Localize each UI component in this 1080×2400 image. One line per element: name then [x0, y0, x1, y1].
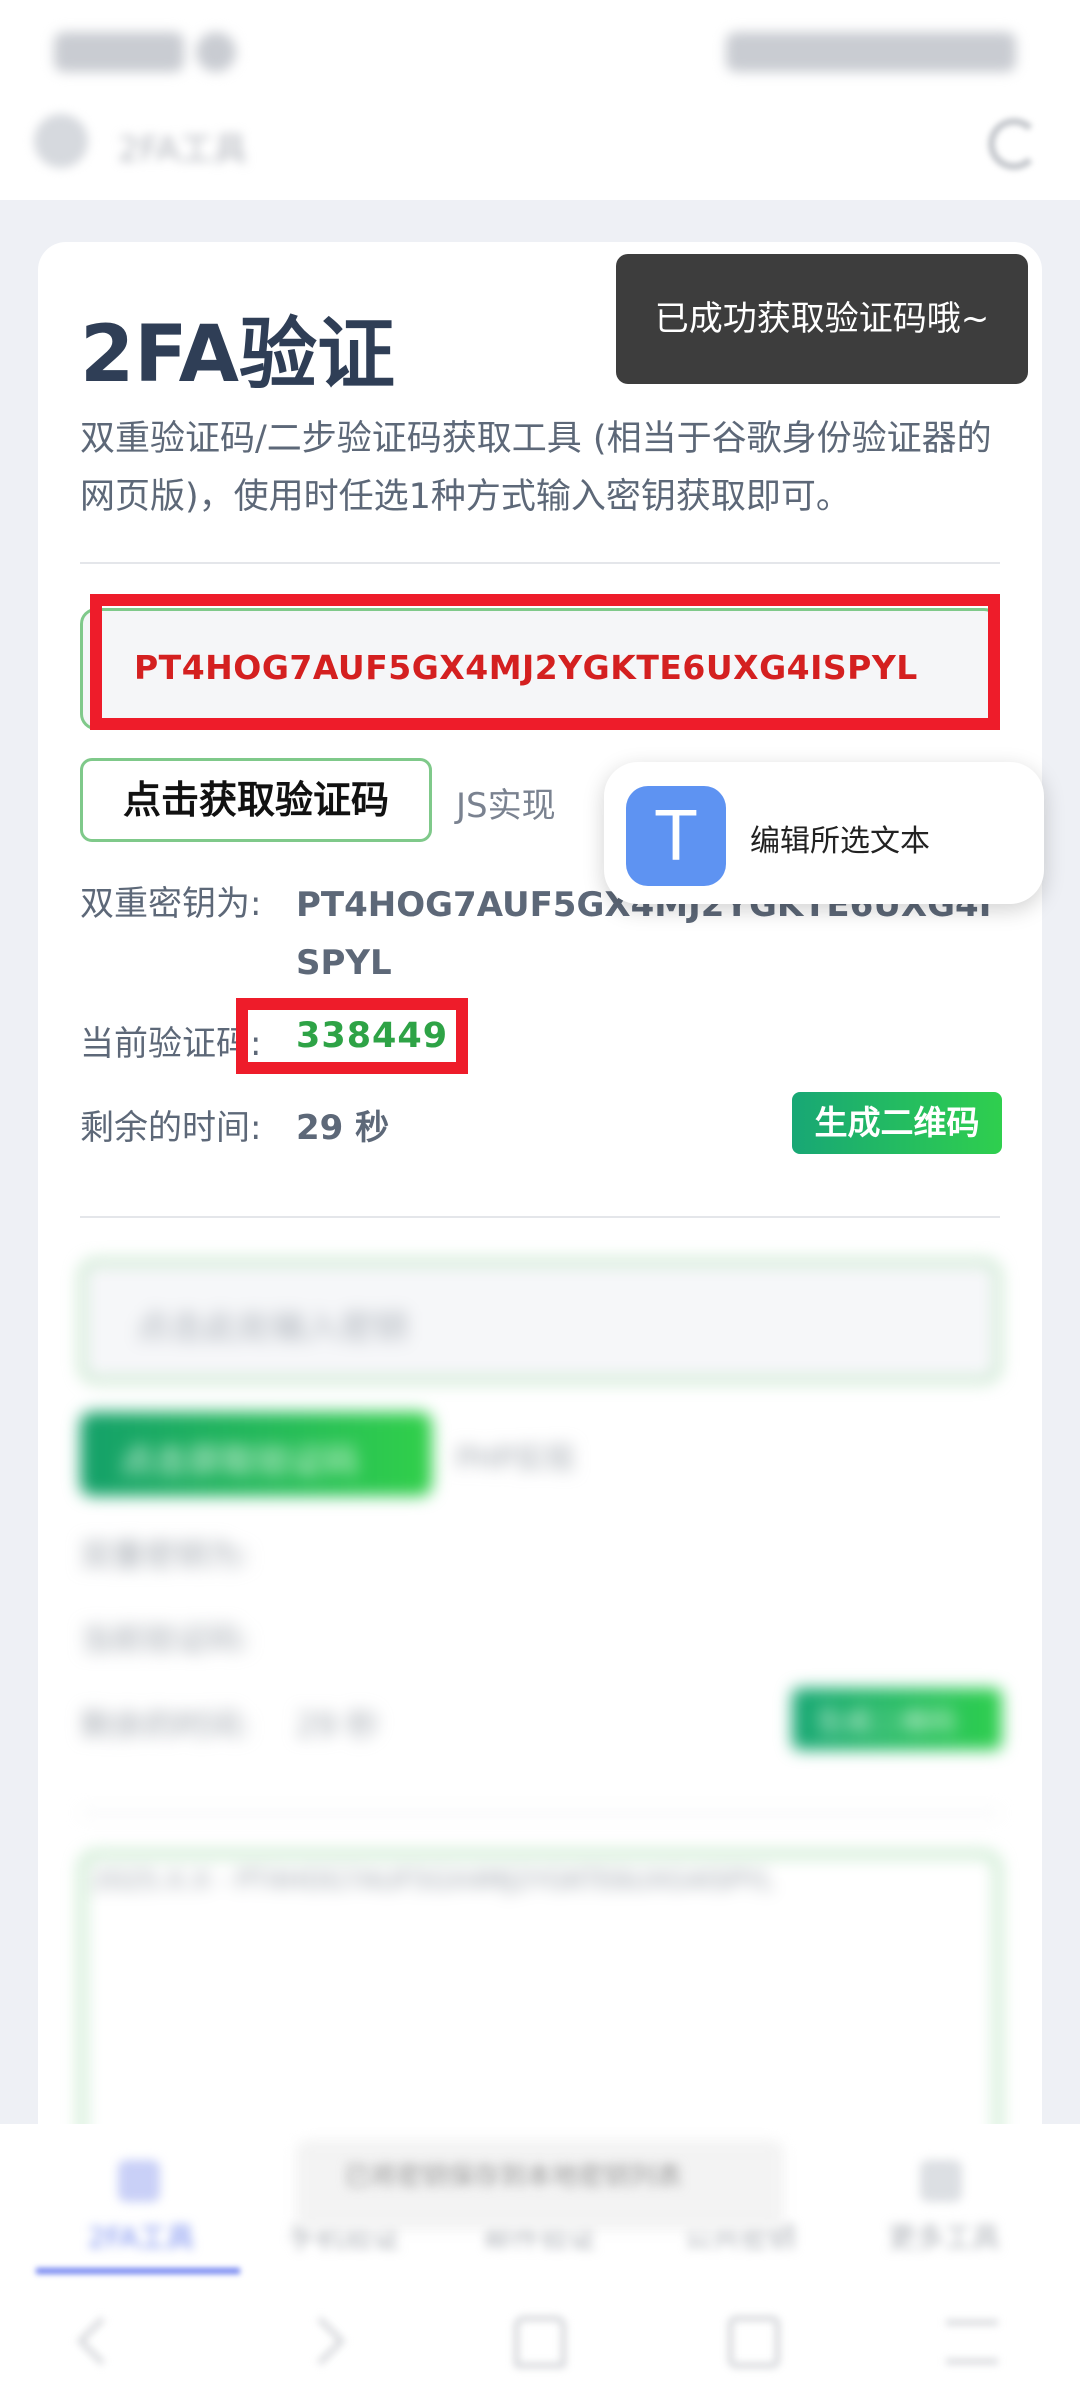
impl-label-js: JS实现 [456, 786, 556, 826]
log-textarea-value: 2025.X.X - PT4HOG7AUF5GX4MJ2YGKTE6UXG4IS… [92, 1866, 774, 1896]
time-label: 剩余的时间: [80, 1108, 262, 1148]
php-secret-placeholder: 点击此处输入密钥 [136, 1308, 408, 1348]
code-highlight-box [236, 998, 468, 1074]
time-value: 29 秒 [296, 1108, 390, 1148]
generate-qr-button[interactable]: 生成二维码 [792, 1092, 1002, 1154]
edit-text-label[interactable]: 编辑所选文本 [750, 816, 930, 860]
get-code-button[interactable]: 点击获取验证码 [80, 758, 432, 842]
php-secret-label: 双重密钥为: [80, 1536, 251, 1574]
nav-active-underline [36, 2268, 240, 2274]
home-icon[interactable] [514, 2316, 566, 2368]
status-bar [0, 0, 1080, 100]
php-time-label: 剩余的时间: [80, 1706, 251, 1744]
refresh-icon[interactable] [988, 118, 1040, 170]
more-icon [920, 2160, 962, 2202]
php-code-label: 当前验证码: [80, 1620, 251, 1658]
secret-label: 双重密钥为: [80, 884, 262, 924]
menu-icon[interactable] [946, 2320, 998, 2364]
shield-icon [34, 114, 88, 168]
secret-input-value[interactable]: PT4HOG7AUF5GX4MJ2YGKTE6UXG4ISPYL [134, 648, 918, 687]
nav-item-2fa[interactable]: 2FA工具 [88, 2216, 195, 2256]
php-time-value: 29 秒 [296, 1706, 379, 1744]
snackbar-message: 已将密钥保存到本地密钥列表 [344, 2162, 683, 2192]
impl-label-php: PHP实现 [456, 1442, 575, 1477]
success-toast: 已成功获取验证码哦~ [616, 254, 1028, 384]
nav-item-more[interactable]: 更多工具 [888, 2216, 1000, 2256]
app-bar: 2FA工具 [0, 100, 1080, 200]
status-time [54, 32, 184, 72]
link-icon [118, 2160, 160, 2202]
php-get-code-label: 点击获取验证码 [120, 1442, 358, 1482]
status-notification-icon [196, 32, 236, 72]
text-edit-icon[interactable]: T [626, 786, 726, 886]
page-description: 双重验证码/二步验证码获取工具 (相当于谷歌身份验证器的网页版)，使用时任选1种… [80, 419, 992, 517]
status-signal-battery-icons [726, 32, 1016, 72]
divider [80, 562, 1000, 564]
page-title: 2FA验证 [80, 310, 395, 400]
divider [80, 1216, 1000, 1218]
app-bar-title: 2FA工具 [118, 130, 248, 170]
divider [80, 1812, 1000, 1814]
code-label: 当前验证码: [80, 1024, 262, 1064]
php-qr-label: 生成二维码 [816, 1705, 957, 1738]
tabs-icon[interactable] [728, 2316, 780, 2368]
